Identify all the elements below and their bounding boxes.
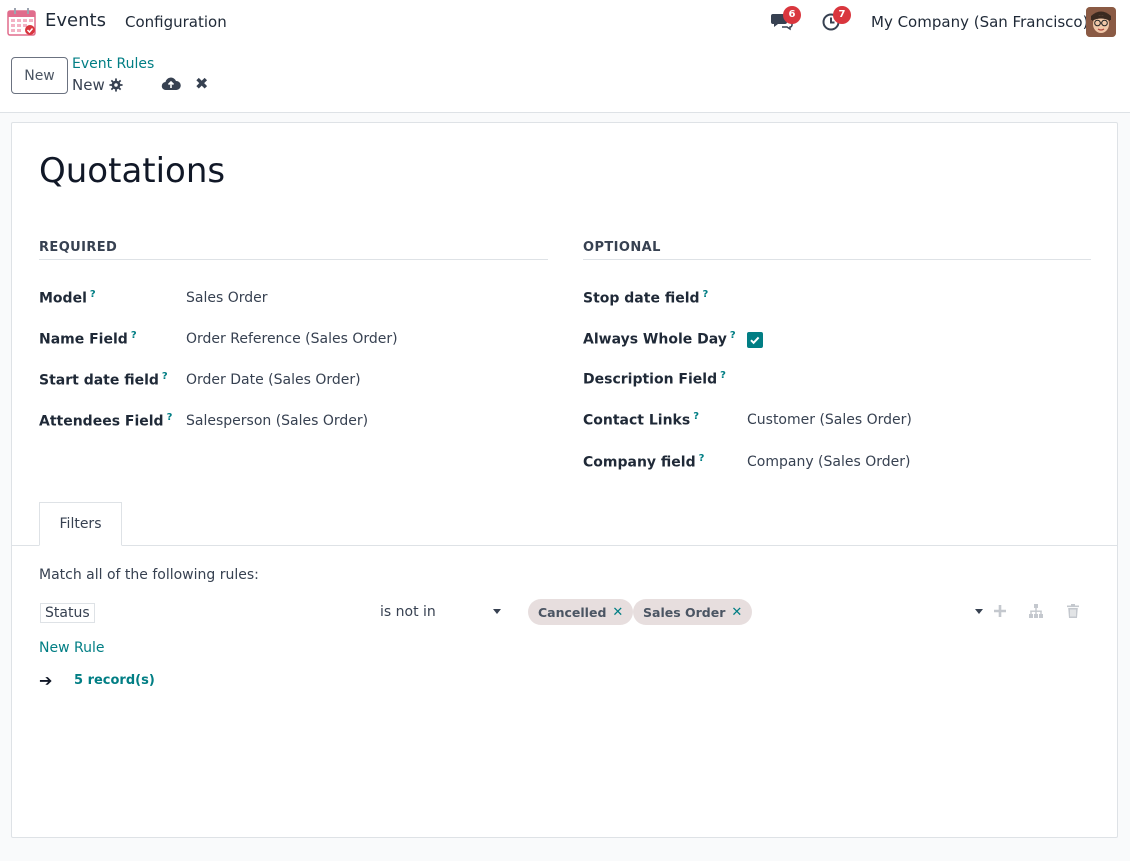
app-name[interactable]: Events xyxy=(45,10,106,31)
group-title-required: REQUIRED xyxy=(39,240,548,260)
field-value-company[interactable]: Company (Sales Order) xyxy=(747,454,910,470)
help-icon[interactable]: ? xyxy=(699,453,705,464)
help-icon[interactable]: ? xyxy=(90,289,96,300)
field-label-description: Description Field? xyxy=(583,370,726,388)
rule-field-selector[interactable]: Status xyxy=(40,603,95,623)
activities-button[interactable]: 7 xyxy=(821,6,851,34)
field-label-company: Company field? xyxy=(583,453,704,471)
breadcrumb-event-rules[interactable]: Event Rules xyxy=(72,56,154,72)
company-switcher[interactable]: My Company (San Francisco) xyxy=(871,13,1088,31)
field-label-contact-links: Contact Links? xyxy=(583,411,699,429)
delete-rule-trash-icon[interactable] xyxy=(1065,603,1081,619)
new-rule-link[interactable]: New Rule xyxy=(39,640,104,656)
tag-sales-order-label: Sales Order xyxy=(643,604,726,620)
field-label-name-field: Name Field? xyxy=(39,330,137,348)
help-icon[interactable]: ? xyxy=(162,371,168,382)
tags-dropdown-caret-icon[interactable] xyxy=(975,609,983,614)
activities-badge: 7 xyxy=(833,6,851,24)
messages-badge: 6 xyxy=(783,6,801,24)
field-label-attendees-text: Attendees Field xyxy=(39,413,164,430)
help-icon[interactable]: ? xyxy=(693,411,699,422)
arrow-right-icon: ➔ xyxy=(39,671,53,690)
field-value-contact-links[interactable]: Customer (Sales Order) xyxy=(747,412,912,428)
field-value-start-date[interactable]: Order Date (Sales Order) xyxy=(186,372,361,388)
notebook-tab-line xyxy=(12,545,1117,546)
records-count-link[interactable]: 5 record(s) xyxy=(74,673,155,688)
field-label-stop-date: Stop date field? xyxy=(583,289,708,307)
field-label-attendees: Attendees Field? xyxy=(39,412,172,430)
help-icon[interactable]: ? xyxy=(720,370,726,381)
operator-caret-icon[interactable] xyxy=(493,609,501,614)
field-label-always-whole-day-text: Always Whole Day xyxy=(583,331,727,348)
always-whole-day-checkbox[interactable] xyxy=(747,332,763,348)
help-icon[interactable]: ? xyxy=(131,330,137,341)
group-title-optional: OPTIONAL xyxy=(583,240,1091,260)
field-value-attendees[interactable]: Salesperson (Sales Order) xyxy=(186,413,368,429)
field-label-model-text: Model xyxy=(39,290,87,307)
match-rules-text: Match all of the following rules: xyxy=(39,567,259,583)
user-avatar[interactable] xyxy=(1086,7,1116,37)
discard-close-icon[interactable]: ✖ xyxy=(195,76,209,92)
field-label-description-text: Description Field xyxy=(583,371,718,388)
remove-tag-icon[interactable]: ✕ xyxy=(731,605,742,620)
field-label-company-text: Company field xyxy=(583,454,696,471)
control-panel: New Event Rules New ✖ xyxy=(0,44,1130,113)
field-label-stop-date-text: Stop date field xyxy=(583,290,700,307)
field-label-name-field-text: Name Field xyxy=(39,331,128,348)
checkmark-icon xyxy=(750,336,760,345)
field-label-start-date-text: Start date field xyxy=(39,372,159,389)
record-title[interactable]: Quotations xyxy=(39,151,225,191)
remove-tag-icon[interactable]: ✕ xyxy=(612,605,623,620)
breadcrumb-current: New xyxy=(72,76,123,94)
field-value-name-field[interactable]: Order Reference (Sales Order) xyxy=(186,331,398,347)
breadcrumb-current-label: New xyxy=(72,76,105,94)
field-label-always-whole-day: Always Whole Day? xyxy=(583,330,736,348)
new-button[interactable]: New xyxy=(11,57,68,94)
tag-cancelled-label: Cancelled xyxy=(538,604,607,620)
field-label-model: Model? xyxy=(39,289,96,307)
field-label-contact-links-text: Contact Links xyxy=(583,412,691,429)
tab-filters[interactable]: Filters xyxy=(39,502,122,546)
gear-icon[interactable] xyxy=(109,78,123,92)
field-value-model[interactable]: Sales Order xyxy=(186,290,268,306)
messages-button[interactable]: 6 xyxy=(771,6,801,34)
help-icon[interactable]: ? xyxy=(730,330,736,341)
menu-configuration[interactable]: Configuration xyxy=(125,13,227,31)
add-branch-icon[interactable] xyxy=(1028,603,1044,619)
tag-cancelled: Cancelled ✕ xyxy=(528,599,634,625)
top-navbar: Events Configuration 6 7 My Company (San… xyxy=(0,0,1130,44)
form-sheet: Quotations REQUIRED Model? Sales Order N… xyxy=(11,122,1118,838)
help-icon[interactable]: ? xyxy=(167,412,173,423)
add-rule-plus-icon[interactable] xyxy=(992,603,1008,619)
avatar-icon xyxy=(1086,7,1116,37)
field-label-start-date: Start date field? xyxy=(39,371,168,389)
rule-operator-select[interactable]: is not in xyxy=(380,604,436,620)
events-app-icon[interactable] xyxy=(7,7,37,37)
tag-sales-order: Sales Order ✕ xyxy=(633,599,753,625)
save-cloud-icon[interactable] xyxy=(161,75,181,93)
help-icon[interactable]: ? xyxy=(703,289,709,300)
